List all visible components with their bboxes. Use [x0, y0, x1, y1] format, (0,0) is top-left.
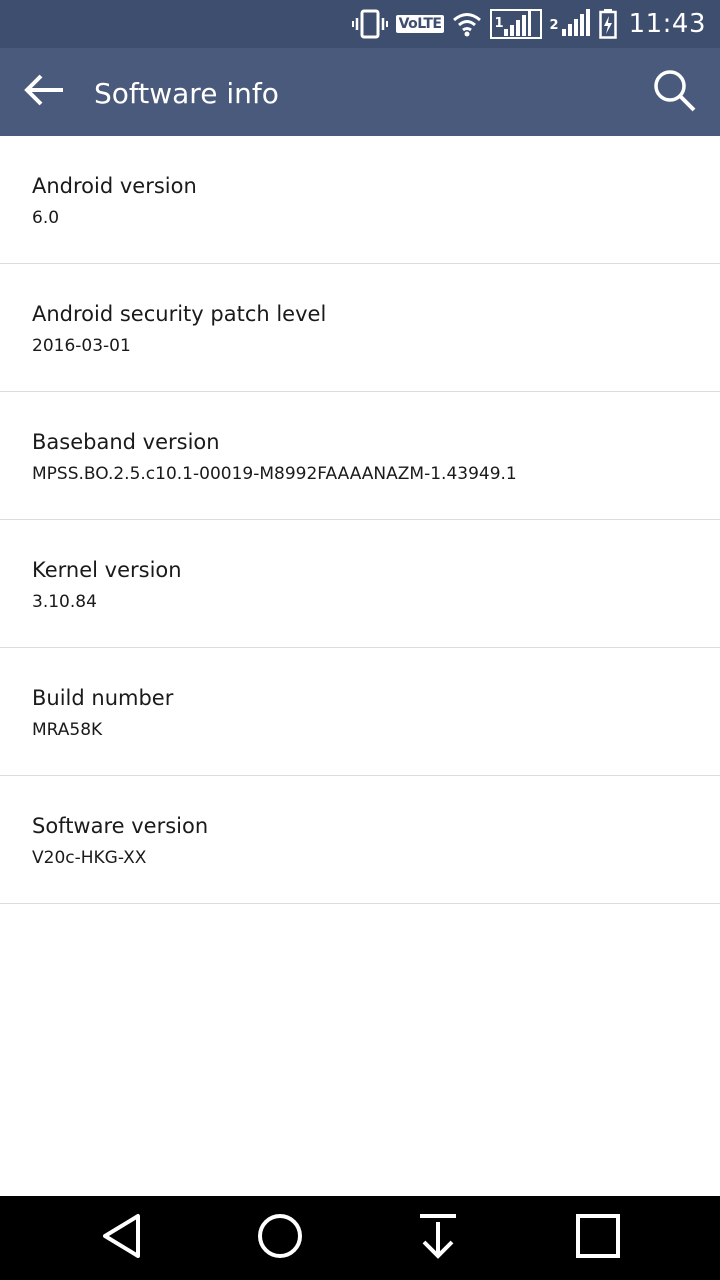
- app-bar: Software info: [0, 48, 720, 136]
- item-value: 6.0: [32, 208, 60, 228]
- search-icon: [651, 67, 697, 118]
- arrow-left-icon: [23, 73, 65, 112]
- nav-notification-button[interactable]: [406, 1208, 470, 1268]
- item-title: Baseband version: [32, 430, 220, 454]
- nav-back-button[interactable]: [90, 1208, 154, 1268]
- vibrate-icon: [351, 9, 388, 39]
- back-triangle-icon: [100, 1212, 144, 1265]
- sim1-label: 1: [494, 16, 504, 31]
- list-item-baseband-version[interactable]: Baseband version MPSS.BO.2.5.c10.1-00019…: [0, 392, 720, 520]
- search-button[interactable]: [646, 66, 702, 118]
- item-value: 2016-03-01: [32, 336, 131, 356]
- back-button[interactable]: [16, 66, 72, 118]
- list-item-kernel-version[interactable]: Kernel version 3.10.84: [0, 520, 720, 648]
- signal-sim2-icon: 2: [550, 9, 591, 39]
- sim2-label: 2: [549, 18, 559, 33]
- item-value: MPSS.BO.2.5.c10.1-00019-M8992FAAAANAZM-1…: [32, 464, 517, 484]
- status-icons: VoLTE 1 2 11:43: [351, 0, 706, 48]
- item-title: Software version: [32, 814, 209, 838]
- list-item-software-version[interactable]: Software version V20c-HKG-XX: [0, 776, 720, 904]
- page-title: Software info: [94, 77, 279, 110]
- item-title: Android version: [32, 174, 197, 198]
- wifi-icon: [452, 11, 482, 37]
- list-item-android-version[interactable]: Android version 6.0: [0, 136, 720, 264]
- list-item-security-patch-level[interactable]: Android security patch level 2016-03-01: [0, 264, 720, 392]
- item-value: 3.10.84: [32, 592, 97, 612]
- battery-charging-icon: [598, 9, 617, 39]
- recents-square-icon: [575, 1213, 621, 1264]
- notification-pull-icon: [416, 1212, 460, 1265]
- item-title: Kernel version: [32, 558, 182, 582]
- navigation-bar: [0, 1196, 720, 1280]
- status-bar: VoLTE 1 2 11:43: [0, 0, 720, 48]
- volte-icon: VoLTE: [395, 15, 445, 33]
- item-value: MRA58K: [32, 720, 103, 740]
- software-info-list: Android version 6.0 Android security pat…: [0, 136, 720, 904]
- item-value: V20c-HKG-XX: [32, 848, 147, 868]
- clock: 11:43: [628, 9, 706, 39]
- nav-home-button[interactable]: [248, 1208, 312, 1268]
- item-title: Build number: [32, 686, 174, 710]
- list-item-build-number[interactable]: Build number MRA58K: [0, 648, 720, 776]
- nav-recents-button[interactable]: [566, 1208, 630, 1268]
- screen: VoLTE 1 2 11:43 Software info Android ve…: [0, 0, 720, 1280]
- home-circle-icon: [256, 1212, 304, 1265]
- item-title: Android security patch level: [32, 302, 327, 326]
- signal-sim1-icon: 1: [490, 9, 542, 39]
